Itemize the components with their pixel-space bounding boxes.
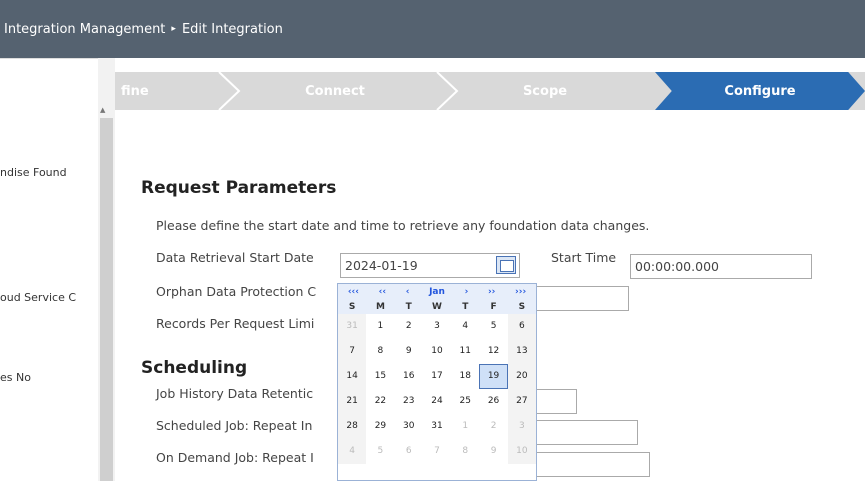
- calendar-day[interactable]: 30: [395, 414, 423, 439]
- prev-month-icon[interactable]: ‹: [406, 287, 410, 297]
- start-date-input[interactable]: 2024-01-19: [340, 253, 520, 278]
- weekday-header: M: [366, 300, 395, 314]
- calendar-day[interactable]: 3: [423, 314, 451, 339]
- next-quarter-icon[interactable]: ››: [488, 287, 495, 297]
- step-separator-icon: [218, 72, 241, 110]
- calendar-day[interactable]: 8: [451, 439, 479, 464]
- weekday-header: T: [451, 300, 480, 314]
- calendar-day[interactable]: 10: [423, 339, 451, 364]
- scheduled-job-input[interactable]: [520, 420, 638, 445]
- breadcrumb-separator: ▸: [171, 24, 176, 34]
- scroll-up-icon[interactable]: ▲: [100, 106, 105, 114]
- calendar-day[interactable]: 9: [395, 339, 423, 364]
- on-demand-job-input[interactable]: [520, 452, 650, 477]
- calendar-day[interactable]: 14: [338, 364, 367, 389]
- sidebar: ndise Found oud Service C es No ▲: [0, 58, 115, 481]
- weekday-header: S: [338, 300, 367, 314]
- sidebar-item-3[interactable]: es No: [0, 371, 96, 384]
- weekday-header: T: [394, 300, 423, 314]
- calendar-day[interactable]: 31: [423, 414, 451, 439]
- job-history-label: Job History Data Retentic: [156, 386, 314, 401]
- calendar-day[interactable]: 3: [507, 414, 536, 439]
- calendar-day[interactable]: 18: [451, 364, 479, 389]
- calendar-day[interactable]: 22: [366, 389, 394, 414]
- start-time-input[interactable]: 00:00:00.000: [630, 254, 812, 279]
- calendar-day[interactable]: 26: [479, 389, 507, 414]
- date-picker-nav: ‹‹‹ ‹‹ ‹ Jan › ›› ›››: [338, 284, 536, 300]
- calendar-day[interactable]: 29: [366, 414, 394, 439]
- step-scope[interactable]: Scope: [455, 72, 635, 110]
- calendar-day[interactable]: 27: [507, 389, 536, 414]
- weekday-header: W: [422, 300, 452, 314]
- sidebar-item-1[interactable]: ndise Found: [0, 166, 96, 179]
- calendar-day[interactable]: 21: [338, 389, 367, 414]
- calendar-day[interactable]: 5: [479, 314, 507, 339]
- calendar-day[interactable]: 31: [338, 314, 367, 339]
- calendar-day[interactable]: 7: [338, 339, 367, 364]
- calendar-day[interactable]: 4: [451, 314, 479, 339]
- calendar-day[interactable]: 9: [479, 439, 507, 464]
- step-connect[interactable]: Connect: [245, 72, 425, 110]
- date-picker: ‹‹‹ ‹‹ ‹ Jan › ›› ››› S M T W T F S 31 1 2 3 4 5 6 7 8 9…: [337, 283, 537, 481]
- breadcrumb-parent[interactable]: Integration Management: [4, 22, 165, 37]
- header-bar: Integration Management ▸ Edit Integratio…: [0, 0, 865, 58]
- orphan-data-label: Orphan Data Protection C: [156, 284, 317, 299]
- start-date-label: Data Retrieval Start Date: [156, 250, 314, 265]
- calendar-day[interactable]: 1: [366, 314, 394, 339]
- calendar-day[interactable]: 4: [338, 439, 367, 464]
- step-define[interactable]: fine: [115, 72, 225, 110]
- weekday-header: S: [507, 300, 536, 314]
- scheduled-job-label: Scheduled Job: Repeat In: [156, 418, 313, 433]
- wizard-steps: fine Connect Scope Configure: [115, 72, 865, 110]
- calendar-day[interactable]: 23: [395, 389, 423, 414]
- calendar-day[interactable]: 2: [479, 414, 507, 439]
- calendar-day[interactable]: 6: [507, 314, 536, 339]
- calendar-day[interactable]: 25: [451, 389, 479, 414]
- calendar-day[interactable]: 2: [395, 314, 423, 339]
- calendar-day[interactable]: 13: [507, 339, 536, 364]
- prev-year-icon[interactable]: ‹‹‹: [348, 287, 359, 297]
- next-month-icon[interactable]: ›: [465, 287, 469, 297]
- calendar-day[interactable]: 6: [395, 439, 423, 464]
- breadcrumb-current: Edit Integration: [181, 21, 283, 37]
- request-parameters-heading: Request Parameters: [141, 178, 337, 198]
- calendar-day[interactable]: 17: [423, 364, 451, 389]
- request-description: Please define the start date and time to…: [156, 218, 650, 233]
- prev-quarter-icon[interactable]: ‹‹: [379, 287, 386, 297]
- calendar-day[interactable]: 8: [366, 339, 394, 364]
- calendar-icon[interactable]: [496, 256, 516, 274]
- calendar-day[interactable]: 24: [423, 389, 451, 414]
- calendar-day[interactable]: 12: [479, 339, 507, 364]
- calendar-day[interactable]: 16: [395, 364, 423, 389]
- calendar-day[interactable]: 19: [479, 364, 508, 389]
- sidebar-scroll-thumb[interactable]: [100, 118, 113, 481]
- date-picker-grid: S M T W T F S 31 1 2 3 4 5 6 7 8 9 10 11 12 13 14 15 16 17 18 19 20…: [338, 300, 536, 464]
- sidebar-item-2[interactable]: oud Service C: [0, 291, 96, 304]
- step-configure[interactable]: Configure: [655, 72, 865, 110]
- sidebar-divider: [0, 58, 98, 59]
- calendar-day[interactable]: 7: [423, 439, 451, 464]
- month-label[interactable]: Jan: [429, 287, 445, 297]
- start-time-label: Start Time: [551, 250, 617, 265]
- calendar-day[interactable]: 28: [338, 414, 367, 439]
- scheduling-heading: Scheduling: [141, 358, 248, 378]
- calendar-day[interactable]: 15: [366, 364, 394, 389]
- records-per-request-label: Records Per Request Limi: [156, 316, 315, 331]
- on-demand-job-label: On Demand Job: Repeat I: [156, 450, 314, 465]
- calendar-day[interactable]: 10: [507, 439, 536, 464]
- calendar-day[interactable]: 11: [451, 339, 479, 364]
- next-year-icon[interactable]: ›››: [515, 287, 526, 297]
- calendar-day[interactable]: 20: [507, 364, 536, 389]
- weekday-header: F: [479, 300, 508, 314]
- calendar-day[interactable]: 1: [451, 414, 479, 439]
- calendar-day[interactable]: 5: [366, 439, 394, 464]
